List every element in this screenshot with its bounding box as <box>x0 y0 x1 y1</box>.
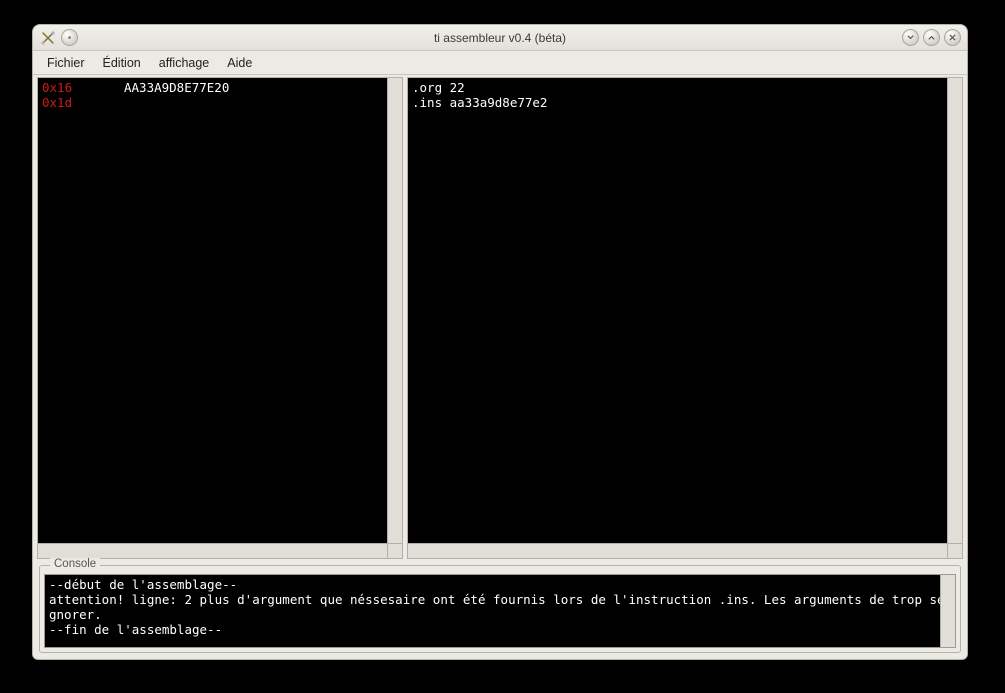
titlebar-left-icons <box>39 29 78 47</box>
menu-view[interactable]: affichage <box>151 54 218 72</box>
window-shadow: ti assembleur v0.4 (béta) Fichier Éditio… <box>32 24 968 660</box>
menu-file[interactable]: Fichier <box>39 54 93 72</box>
close-button[interactable] <box>944 29 961 46</box>
horizontal-scrollbar[interactable] <box>408 543 947 558</box>
titlebar-pin-button[interactable] <box>61 29 78 46</box>
vertical-scrollbar[interactable] <box>947 78 962 543</box>
addr-cell: 0x1d <box>42 95 124 110</box>
source-pane[interactable]: .org 22 .ins aa33a9d8e77e2 <box>407 77 963 559</box>
maximize-button[interactable] <box>923 29 940 46</box>
app-icon <box>39 29 57 47</box>
menubar: Fichier Édition affichage Aide <box>33 51 967 75</box>
minimize-button[interactable] <box>902 29 919 46</box>
titlebar-right-icons <box>902 29 961 46</box>
scroll-corner <box>387 543 402 558</box>
app-window: ti assembleur v0.4 (béta) Fichier Éditio… <box>32 24 968 660</box>
console-area: Console --début de l'assemblage-- attent… <box>33 561 967 659</box>
console-output[interactable]: --début de l'assemblage-- attention! lig… <box>44 574 956 648</box>
source-line: .org 22 <box>412 80 465 95</box>
horizontal-scrollbar[interactable] <box>38 543 387 558</box>
menu-help[interactable]: Aide <box>219 54 260 72</box>
console-text: --début de l'assemblage-- attention! lig… <box>49 577 951 637</box>
work-area: 0x16AA33A9D8E77E20 0x1d .org 22 .ins aa3… <box>33 75 967 561</box>
console-frame: Console --début de l'assemblage-- attent… <box>39 565 961 653</box>
addr-cell: 0x16 <box>42 80 124 95</box>
scroll-corner <box>947 543 962 558</box>
console-line: gnorer. <box>49 607 102 622</box>
bytes-cell: AA33A9D8E77E20 <box>124 80 229 95</box>
disassembly-content: 0x16AA33A9D8E77E20 0x1d <box>38 78 402 112</box>
menu-edit[interactable]: Édition <box>95 54 149 72</box>
titlebar[interactable]: ti assembleur v0.4 (béta) <box>33 25 967 51</box>
vertical-scrollbar[interactable] <box>940 575 955 647</box>
disassembly-pane[interactable]: 0x16AA33A9D8E77E20 0x1d <box>37 77 403 559</box>
source-line: .ins aa33a9d8e77e2 <box>412 95 547 110</box>
vertical-scrollbar[interactable] <box>387 78 402 543</box>
source-content: .org 22 .ins aa33a9d8e77e2 <box>408 78 962 112</box>
console-line: --début de l'assemblage-- <box>49 577 237 592</box>
console-line: attention! ligne: 2 plus d'argument que … <box>49 592 956 607</box>
console-caption: Console <box>50 558 100 570</box>
window-title: ti assembleur v0.4 (béta) <box>33 31 967 45</box>
console-line: --fin de l'assemblage-- <box>49 622 222 637</box>
